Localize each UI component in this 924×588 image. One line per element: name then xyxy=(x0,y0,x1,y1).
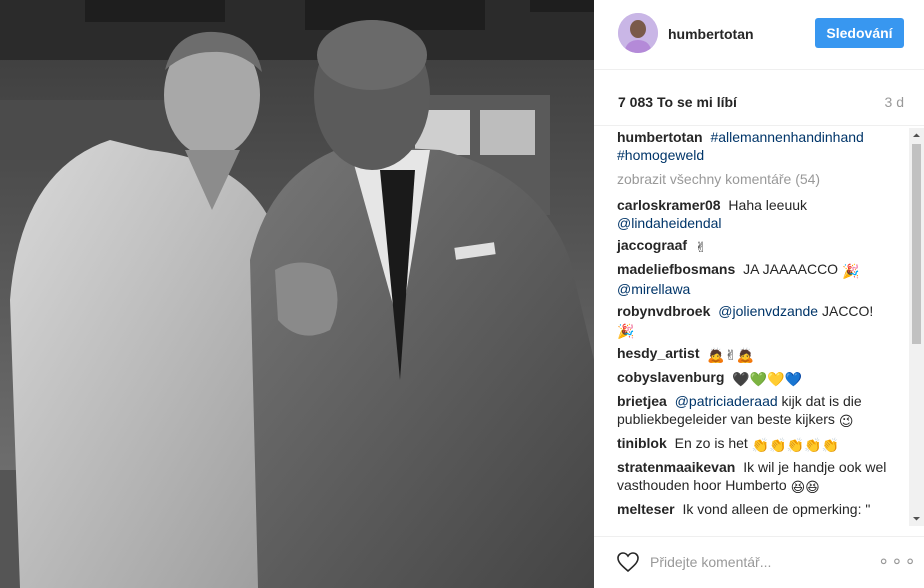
winking-face-icon: 😉 xyxy=(838,413,854,429)
hashtag-link[interactable]: #allemannenhandinhand xyxy=(710,129,863,145)
comment-text: Ik vond alleen de opmerking: " xyxy=(682,501,871,517)
post-side-panel: humbertotan Sledování 7 083 To se mi líbí… xyxy=(594,0,924,588)
caption-username[interactable]: humbertotan xyxy=(617,129,703,145)
comment-username[interactable]: tiniblok xyxy=(617,435,667,451)
comment-username[interactable]: madeliefbosmans xyxy=(617,261,735,277)
comment-username[interactable]: brietjea xyxy=(617,393,667,409)
comments-list: humbertotan #allemannenhandinhand #homog… xyxy=(594,128,910,526)
list-item: hesdy_artist 🙇✌🙇 xyxy=(617,344,902,364)
laughing-face-icon: 😆😆 xyxy=(790,479,820,495)
list-item: robynvdbroek @jolienvdzande JACCO! 🎉 xyxy=(617,302,902,340)
list-item: cobyslavenburg 🖤💚💛💙 xyxy=(617,368,902,388)
follow-button[interactable]: Sledování xyxy=(815,18,904,48)
post-header: humbertotan Sledování xyxy=(594,0,924,70)
comment-text: Haha leeuuk xyxy=(728,197,808,213)
likes-number: 7 083 xyxy=(618,94,654,110)
clapping-hands-icon: 👏👏👏👏👏 xyxy=(751,437,839,453)
comment-bar: ∘∘∘ xyxy=(594,536,924,588)
more-options-icon[interactable]: ∘∘∘ xyxy=(878,551,916,573)
comments-scrollbar[interactable] xyxy=(909,128,924,526)
comment-text: En zo is het xyxy=(674,435,748,451)
list-item: carloskramer08 Haha leeuuk @lindaheidend… xyxy=(617,196,902,232)
scrollbar-thumb[interactable] xyxy=(912,144,921,344)
mention-link[interactable]: @patriciaderaad xyxy=(675,393,778,409)
party-popper-icon: 🎉 xyxy=(841,263,860,279)
photo-image xyxy=(0,0,594,588)
bowing-person-icon: 🙇✌🙇 xyxy=(707,347,754,363)
mention-link[interactable]: @lindaheidendal xyxy=(617,215,722,231)
mention-link[interactable]: @jolienvdzande xyxy=(718,303,818,319)
list-item: stratenmaaikevan Ik wil je handje ook we… xyxy=(617,458,902,496)
victory-hand-icon: ✌ xyxy=(694,239,707,255)
comment-username[interactable]: hesdy_artist xyxy=(617,345,699,361)
author-username[interactable]: humbertotan xyxy=(668,26,754,42)
mention-link[interactable]: @mirellawa xyxy=(617,281,690,297)
post-stats: 7 083 To se mi líbí 3 d xyxy=(594,70,924,126)
scroll-up-arrow-icon[interactable] xyxy=(909,128,924,143)
caption: humbertotan #allemannenhandinhand #homog… xyxy=(617,128,902,164)
comment-username[interactable]: carloskramer08 xyxy=(617,197,721,213)
avatar-image xyxy=(618,13,658,53)
post-photo[interactable] xyxy=(0,0,594,588)
add-comment-input[interactable] xyxy=(650,551,870,573)
list-item: jaccograaf ✌ xyxy=(617,236,902,256)
list-item: melteser Ik vond alleen de opmerking: " xyxy=(617,500,902,518)
likes-label: To se mi líbí xyxy=(657,94,737,110)
party-popper-icon: 🎉 xyxy=(617,323,635,339)
list-item: madeliefbosmans JA JAAAACCO 🎉 @mirellawa xyxy=(617,260,902,298)
comment-username[interactable]: robynvdbroek xyxy=(617,303,710,319)
view-all-comments-link[interactable]: zobrazit všechny komentáře (54) xyxy=(617,170,902,188)
like-heart-icon[interactable] xyxy=(616,551,640,573)
scroll-down-arrow-icon[interactable] xyxy=(909,511,924,526)
post-timestamp[interactable]: 3 d xyxy=(885,94,904,110)
comment-text: JACCO! xyxy=(821,303,874,319)
hearts-icon: 🖤💚💛💙 xyxy=(732,371,802,387)
comment-username[interactable]: jaccograaf xyxy=(617,237,687,253)
list-item: tiniblok En zo is het 👏👏👏👏👏 xyxy=(617,434,902,454)
list-item: brietjea @patriciaderaad kijk dat is die… xyxy=(617,392,902,430)
comment-text: JA JAAAACCO xyxy=(743,261,839,277)
comment-username[interactable]: cobyslavenburg xyxy=(617,369,724,385)
hashtag-link[interactable]: #homogeweld xyxy=(617,147,704,163)
comment-username[interactable]: melteser xyxy=(617,501,675,517)
comment-username[interactable]: stratenmaaikevan xyxy=(617,459,735,475)
likes-count[interactable]: 7 083 To se mi líbí xyxy=(618,94,737,110)
avatar[interactable] xyxy=(618,13,658,53)
